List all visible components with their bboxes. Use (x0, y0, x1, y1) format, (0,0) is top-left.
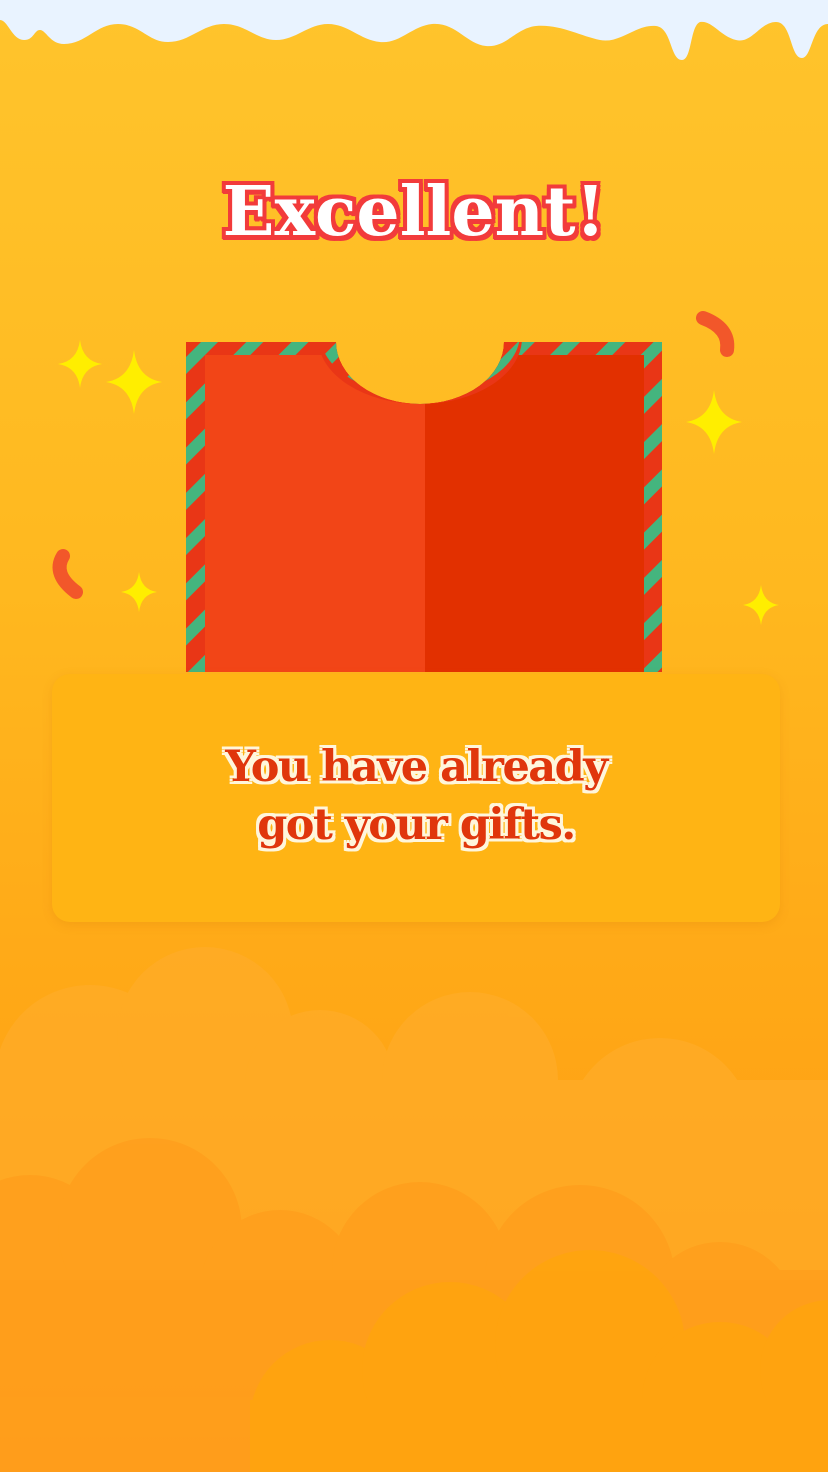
message-line-1: You have already (225, 742, 608, 792)
gift-status-message: You have already got your gifts. (52, 738, 780, 854)
message-line-2: got your gifts. (257, 800, 576, 850)
red-envelope-icon (186, 342, 662, 672)
